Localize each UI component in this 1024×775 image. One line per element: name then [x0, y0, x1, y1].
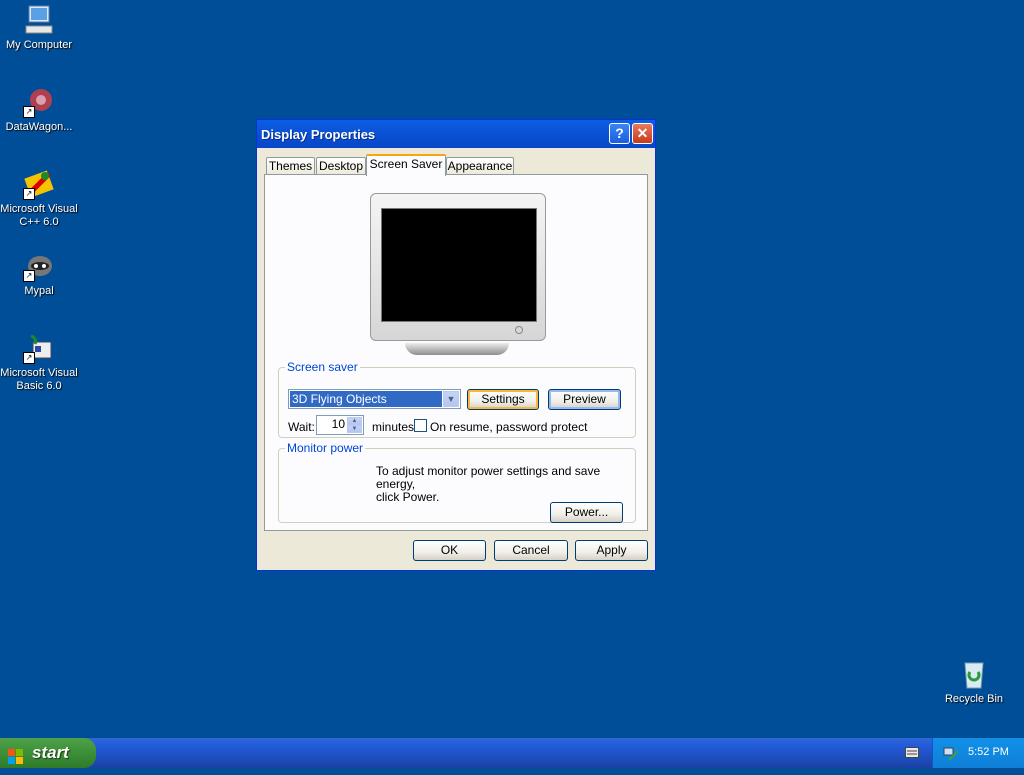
desktop-icon-label: Microsoft Visual Basic 6.0	[0, 367, 78, 392]
monitor-stand	[405, 343, 509, 355]
cancel-button[interactable]: Cancel	[494, 540, 568, 561]
desktop-icon-my-computer[interactable]: My Computer	[0, 4, 78, 52]
password-protect-checkbox[interactable]	[414, 419, 427, 432]
screen-saver-selected: 3D Flying Objects	[290, 391, 442, 407]
dialog-title: Display Properties	[261, 127, 376, 142]
desktop-icon-recycle-bin[interactable]: Recycle Bin	[935, 658, 1013, 706]
tab-screen-saver[interactable]: Screen Saver	[366, 154, 446, 176]
tab-desktop[interactable]: Desktop	[316, 157, 366, 175]
datawagon-icon: ↗	[23, 86, 55, 118]
shortcut-arrow-icon: ↗	[23, 270, 35, 282]
desktop-icon-visual-basic[interactable]: ↗ Microsoft Visual Basic 6.0	[0, 332, 78, 393]
chevron-down-icon[interactable]: ▼	[443, 391, 459, 407]
monitor-preview	[370, 193, 546, 341]
apply-button[interactable]: Apply	[575, 540, 648, 561]
start-label: start	[32, 743, 69, 762]
monitor-power-group-label: Monitor power	[287, 441, 364, 455]
tab-appearance[interactable]: Appearance	[446, 157, 514, 175]
screen-saver-group-label: Screen saver	[287, 360, 358, 374]
keyboard-icon[interactable]	[905, 747, 919, 758]
tab-themes[interactable]: Themes	[266, 157, 315, 175]
screen-saver-panel: Screen saver 3D Flying Objects ▼ Setting…	[264, 174, 648, 531]
shortcut-arrow-icon: ↗	[23, 352, 35, 364]
wait-label: Wait:	[288, 420, 315, 434]
shortcut-arrow-icon: ↗	[23, 106, 35, 118]
computer-icon	[23, 4, 55, 36]
close-button[interactable]: ✕	[632, 123, 653, 144]
visual-cpp-icon: ↗	[23, 168, 55, 200]
spin-up-icon[interactable]: ▲	[347, 417, 362, 425]
desktop-icon-label: My Computer	[5, 39, 73, 51]
screen-saver-dropdown[interactable]: 3D Flying Objects ▼	[288, 389, 461, 409]
desktop-icon-label: Microsoft Visual C++ 6.0	[0, 203, 78, 228]
desktop-icon-label: Recycle Bin	[944, 693, 1004, 705]
display-properties-dialog: Display Properties ? ✕ Themes Desktop Sc…	[256, 119, 656, 571]
raccoon-icon: ↗	[23, 250, 55, 282]
clock[interactable]: 5:52 PM	[968, 746, 1009, 758]
taskbar: start 5:52 PM	[0, 738, 1024, 768]
wait-minutes-value: 10	[331, 417, 345, 431]
monitor-screen	[381, 208, 537, 322]
settings-button[interactable]: Settings	[467, 389, 539, 410]
power-button[interactable]: Power...	[550, 502, 623, 523]
windows-logo-icon	[8, 745, 24, 764]
monitor-power-text: To adjust monitor power settings and sav…	[376, 464, 601, 504]
shortcut-arrow-icon: ↗	[23, 188, 35, 200]
screen-saver-group: Screen saver 3D Flying Objects ▼ Setting…	[278, 360, 636, 438]
monitor-power-led-icon	[515, 326, 523, 334]
minutes-label: minutes	[372, 420, 415, 434]
system-tray: 5:52 PM	[932, 738, 1024, 768]
desktop-icon-label: Mypal	[24, 285, 54, 297]
monitor-power-group: Monitor power To adjust monitor power se…	[278, 441, 636, 523]
spin-down-icon[interactable]: ▼	[347, 425, 362, 433]
desktop-icon-datawagon[interactable]: ↗ DataWagon...	[0, 86, 78, 134]
recycle-bin-icon	[958, 658, 990, 690]
title-bar[interactable]: Display Properties ? ✕	[257, 120, 655, 148]
visual-basic-icon: ↗	[23, 332, 55, 364]
help-button[interactable]: ?	[609, 123, 630, 144]
start-button[interactable]: start	[0, 738, 96, 768]
desktop-icon-label: DataWagon...	[5, 121, 73, 133]
desktop-icon-mypal[interactable]: ↗ Mypal	[0, 250, 78, 298]
preview-button[interactable]: Preview	[548, 389, 621, 410]
wait-minutes-spinner[interactable]: 10 ▲ ▼	[316, 415, 364, 435]
password-protect-label[interactable]: On resume, password protect	[430, 420, 587, 434]
network-icon[interactable]	[943, 745, 959, 761]
ok-button[interactable]: OK	[413, 540, 486, 561]
desktop-icon-visual-cpp[interactable]: ↗ Microsoft Visual C++ 6.0	[0, 168, 78, 229]
